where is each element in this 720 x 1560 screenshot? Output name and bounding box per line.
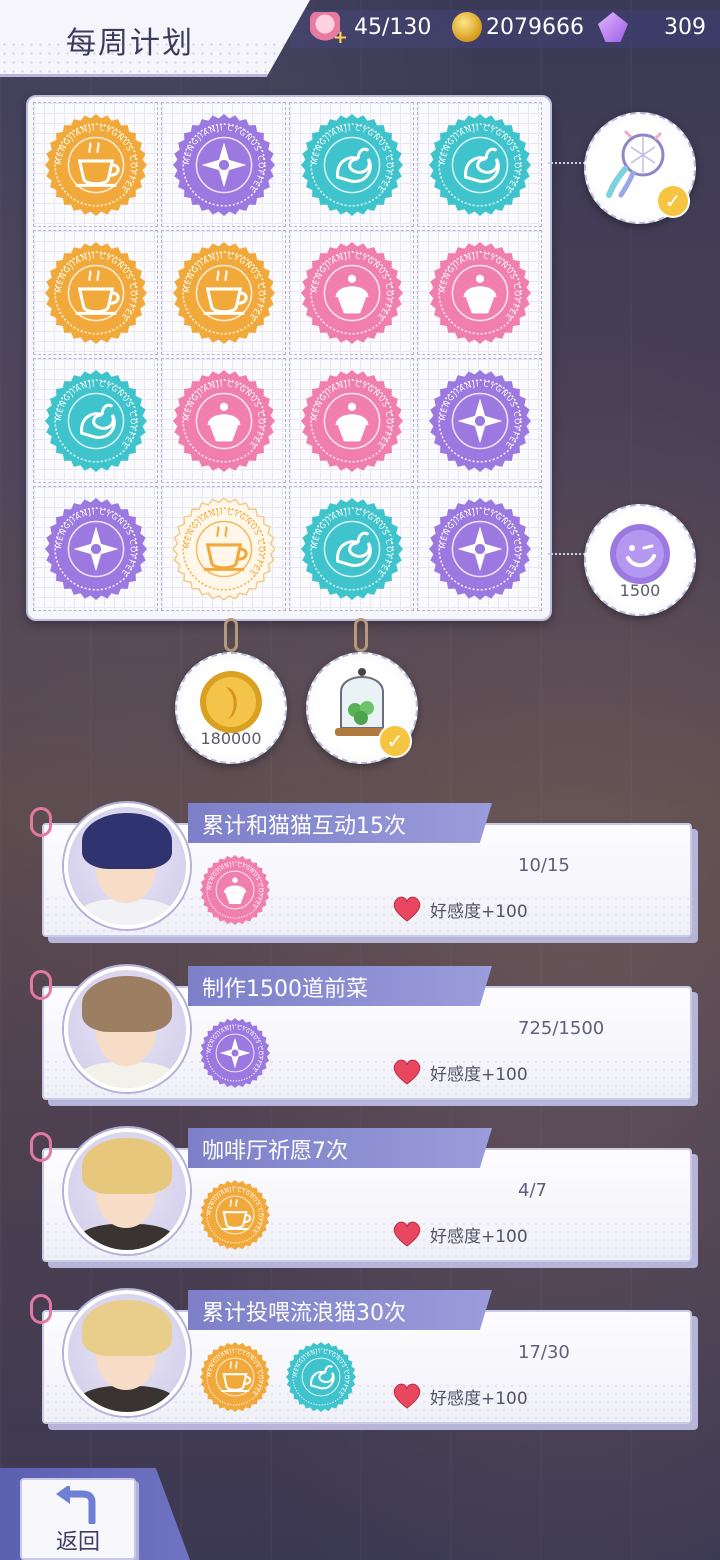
character-avatar[interactable] [64, 1290, 190, 1416]
task-card[interactable]: 4/7 MENGJIANJI CYGNUS COFFEE 好感度+100 咖啡厅… [30, 1128, 692, 1263]
pink-cupcake-stamp-icon: MENGJIANJI CYGNUS COFFEE [300, 369, 403, 472]
top-bar: 每周计划 + 45/130 2079666 309 [0, 0, 720, 77]
affinity-reward: 好感度+100 [390, 1058, 528, 1086]
orange-coffee-stamp-icon: MENGJIANJI CYGNUS COFFEE [200, 1342, 270, 1412]
task-progress: 725/1500 [518, 1018, 605, 1039]
pink-cupcake-stamp-icon: MENGJIANJI CYGNUS COFFEE [428, 241, 531, 344]
claimed-check-icon: ✓ [656, 184, 690, 218]
outline-coffee-stamp-icon: MENGJIANJI CYGNUS COFFEE [172, 497, 275, 600]
col2-reward-tag[interactable]: ✓ [306, 652, 418, 764]
row4-connector [548, 553, 588, 555]
teal-swan-stamp-icon: MENGJIANJI CYGNUS COFFEE [286, 1342, 356, 1412]
orange-coffee-stamp-icon: MENGJIANJI CYGNUS COFFEE [172, 241, 275, 344]
row4-reward-tag[interactable]: 1500 [584, 504, 696, 616]
row4-reward-amount: 1500 [619, 581, 661, 600]
col1-reward-tag[interactable]: 180000 [175, 652, 287, 764]
affinity-reward: 好感度+100 [390, 1220, 528, 1248]
board-cell: MENGJIANJI CYGNUS COFFEE [161, 102, 286, 227]
cake-count: 45/130 [354, 14, 432, 40]
heart-icon [393, 1383, 421, 1409]
teal-swan-stamp-icon: MENGJIANJI CYGNUS COFFEE [300, 113, 403, 216]
pink-cupcake-stamp-icon: MENGJIANJI CYGNUS COFFEE [300, 241, 403, 344]
task-title: 累计和猫猫互动15次 [202, 814, 406, 839]
board-cell: MENGJIANJI CYGNUS COFFEE [417, 230, 542, 355]
affinity-reward: 好感度+100 [390, 895, 528, 923]
pink-cupcake-stamp-icon: MENGJIANJI CYGNUS COFFEE [200, 855, 270, 925]
row1-connector [548, 162, 588, 164]
task-card[interactable]: 17/30 MENGJIANJI CYGNUS COFFEE MENGJIANJ… [30, 1290, 692, 1425]
purple-compass-stamp-icon: MENGJIANJI CYGNUS COFFEE [428, 497, 531, 600]
board-cell: MENGJIANJI CYGNUS COFFEE [289, 230, 414, 355]
orange-coffee-stamp-icon: MENGJIANJI CYGNUS COFFEE [44, 241, 147, 344]
board-cell: MENGJIANJI CYGNUS COFFEE [33, 102, 158, 227]
claimed-check-icon: ✓ [378, 724, 412, 758]
task-progress: 4/7 [518, 1180, 547, 1201]
purple-gem-plus-icon[interactable] [598, 12, 628, 42]
affinity-reward: 好感度+100 [390, 1382, 528, 1410]
heart-icon [393, 1221, 421, 1247]
col2-string [354, 618, 368, 652]
gold-coin-icon [200, 670, 262, 733]
character-avatar[interactable] [64, 1128, 190, 1254]
board-cell: MENGJIANJI CYGNUS COFFEE [417, 102, 542, 227]
cake-plus-icon[interactable]: + [310, 12, 348, 48]
board-cell: MENGJIANJI CYGNUS COFFEE [161, 358, 286, 483]
board-cell: MENGJIANJI CYGNUS COFFEE [33, 486, 158, 611]
heart-icon [393, 1059, 421, 1085]
task-title: 制作1500道前菜 [202, 977, 368, 1002]
board-cell: MENGJIANJI CYGNUS COFFEE [161, 230, 286, 355]
back-button[interactable]: 返回 [20, 1478, 136, 1560]
task-progress: 10/15 [518, 855, 570, 876]
teal-swan-stamp-icon: MENGJIANJI CYGNUS COFFEE [44, 369, 147, 472]
paperclip-icon [30, 1132, 52, 1162]
teal-swan-stamp-icon: MENGJIANJI CYGNUS COFFEE [428, 113, 531, 216]
purple-compass-stamp-icon: MENGJIANJI CYGNUS COFFEE [428, 369, 531, 472]
teal-swan-stamp-icon: MENGJIANJI CYGNUS COFFEE [300, 497, 403, 600]
gold-coin-icon [452, 12, 482, 42]
col1-reward-amount: 180000 [200, 729, 262, 748]
col1-string [224, 618, 238, 652]
board-cell: MENGJIANJI CYGNUS COFFEE [289, 102, 414, 227]
affinity-text: 好感度+100 [430, 901, 528, 922]
paperclip-icon [30, 807, 52, 837]
board-cell: MENGJIANJI CYGNUS COFFEE [417, 486, 542, 611]
character-avatar[interactable] [64, 803, 190, 929]
paperclip-icon [30, 1294, 52, 1324]
board-cell: MENGJIANJI CYGNUS COFFEE [33, 230, 158, 355]
board-cell: MENGJIANJI CYGNUS COFFEE [289, 486, 414, 611]
board-cell: MENGJIANJI CYGNUS COFFEE [289, 358, 414, 483]
paperclip-icon [30, 970, 52, 1000]
row1-reward-tag[interactable]: ✓ [584, 112, 696, 224]
task-card[interactable]: 10/15 MENGJIANJI CYGNUS COFFEE 好感度+100 累… [30, 803, 692, 938]
board-cell: MENGJIANJI CYGNUS COFFEE [417, 358, 542, 483]
task-title: 累计投喂流浪猫30次 [202, 1301, 406, 1326]
page-title: 每周计划 [66, 26, 194, 61]
back-arrow-icon [56, 1486, 96, 1524]
task-progress: 17/30 [518, 1342, 570, 1363]
stamp-grid: MENGJIANJI CYGNUS COFFEE MENGJIANJI CYGN… [33, 102, 542, 611]
board-cell: MENGJIANJI CYGNUS COFFEE [33, 358, 158, 483]
task-title: 咖啡厅祈愿7次 [202, 1139, 348, 1164]
purple-token-icon [610, 523, 670, 584]
affinity-text: 好感度+100 [430, 1388, 528, 1409]
pink-cupcake-stamp-icon: MENGJIANJI CYGNUS COFFEE [172, 369, 275, 472]
gem-count: 309 [664, 14, 706, 40]
coin-resource: 2079666 [452, 8, 584, 46]
affinity-text: 好感度+100 [430, 1064, 528, 1085]
orange-coffee-stamp-icon: MENGJIANJI CYGNUS COFFEE [44, 113, 147, 216]
gem-resource[interactable]: 309 [598, 8, 706, 46]
purple-compass-stamp-icon: MENGJIANJI CYGNUS COFFEE [172, 113, 275, 216]
back-label: 返回 [55, 1530, 100, 1555]
orange-coffee-stamp-icon: MENGJIANJI CYGNUS COFFEE [200, 1180, 270, 1250]
cake-resource[interactable]: + 45/130 [310, 8, 432, 48]
affinity-text: 好感度+100 [430, 1226, 528, 1247]
heart-icon [393, 896, 421, 922]
purple-compass-stamp-icon: MENGJIANJI CYGNUS COFFEE [200, 1018, 270, 1088]
task-card[interactable]: 725/1500 MENGJIANJI CYGNUS COFFEE 好感度+10… [30, 966, 692, 1101]
coin-count: 2079666 [486, 14, 584, 40]
purple-compass-stamp-icon: MENGJIANJI CYGNUS COFFEE [44, 497, 147, 600]
stamp-board: MENGJIANJI CYGNUS COFFEE MENGJIANJI CYGN… [26, 95, 552, 621]
character-avatar[interactable] [64, 966, 190, 1092]
board-cell: MENGJIANJI CYGNUS COFFEE [161, 486, 286, 611]
